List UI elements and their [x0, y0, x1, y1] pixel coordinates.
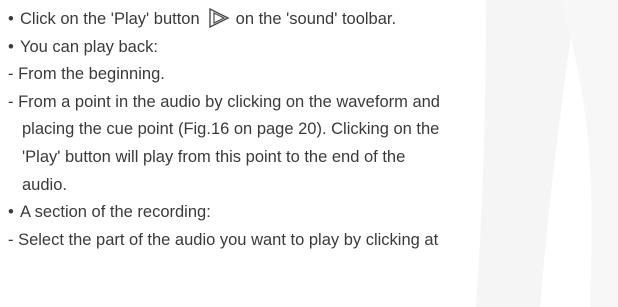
playback-option-beginning: - From the beginning.	[8, 65, 165, 84]
instruction-line-cue-point: placing the cue point (Fig.16 on page 20…	[8, 116, 612, 144]
play-instruction-text: Click on the 'Play' button	[20, 10, 200, 28]
bullet-icon: •	[8, 10, 14, 28]
toolbar-instruction-text: on the 'sound' toolbar.	[235, 10, 397, 28]
section-heading: A section of the recording:	[20, 203, 211, 222]
instruction-line-select: - Select the part of the audio you want …	[8, 227, 612, 255]
bullet-icon: •	[8, 203, 14, 222]
instruction-line-beginning: - From the beginning.	[8, 61, 612, 89]
document-page: • Click on the 'Play' button on the 'sound…	[0, 0, 618, 307]
select-audio-text: - Select the part of the audio you want …	[8, 230, 439, 249]
instruction-line-point: - From a point in the audio by clicking …	[8, 89, 612, 117]
instruction-line-audio: audio.	[8, 172, 612, 200]
playback-option-point: - From a point in the audio by clicking …	[8, 92, 440, 111]
instruction-line-play: • Click on the 'Play' button on the 'sound…	[8, 6, 612, 34]
play-icon	[208, 7, 230, 29]
audio-text: audio.	[22, 175, 67, 194]
instruction-line-play-button: 'Play' button will play from this point …	[8, 144, 612, 172]
bullet-icon: •	[8, 37, 14, 56]
instruction-line-section: • A section of the recording:	[8, 199, 612, 227]
instruction-line-playback: • You can play back:	[8, 34, 612, 62]
cue-point-text: placing the cue point (Fig.16 on page 20…	[22, 120, 440, 139]
instruction-text: • Click on the 'Play' button on the 'sound…	[8, 6, 612, 254]
play-button-text: 'Play' button will play from this point …	[22, 147, 406, 166]
playback-heading: You can play back:	[20, 37, 158, 56]
